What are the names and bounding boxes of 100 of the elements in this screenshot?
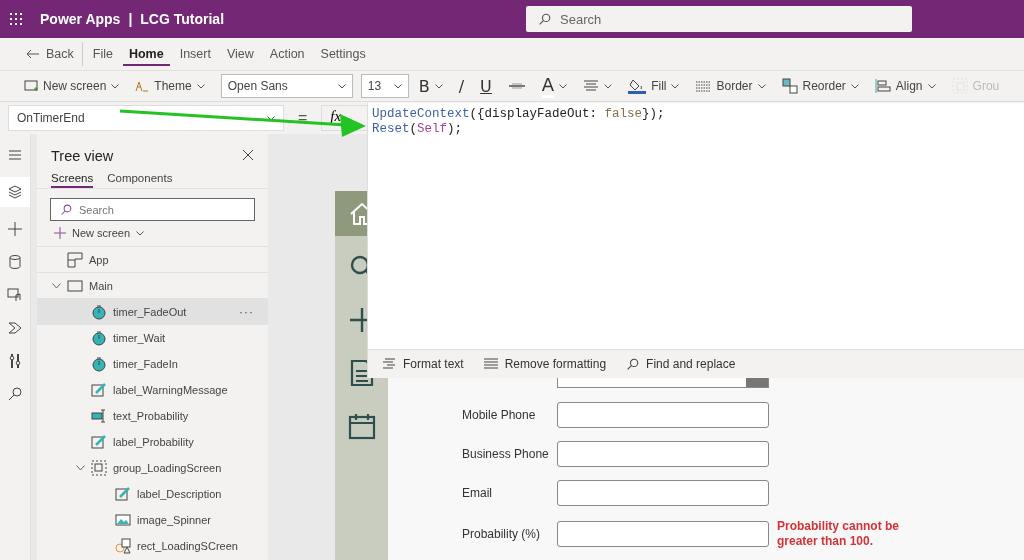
menu-tab[interactable]: File	[86, 42, 119, 66]
label-icon	[91, 433, 107, 450]
more-button[interactable]: ···	[239, 304, 254, 319]
equals-sign: =	[298, 109, 308, 127]
menu-icon	[7, 147, 23, 163]
tree-item[interactable]: App	[37, 247, 268, 273]
fill-button[interactable]: Fill	[622, 75, 686, 97]
caret-icon	[196, 83, 205, 89]
tree-item[interactable]: label_Probability	[37, 429, 268, 455]
code-line: UpdateContext({displayFadeOut: false});	[372, 107, 666, 122]
tree-item[interactable]: label_Description	[37, 481, 268, 507]
formula-editor-popup[interactable]: UpdateContext({displayFadeOut: false}); Reset(Self); Format text Remove formatting Find and replace	[367, 103, 1024, 378]
border-icon	[695, 80, 712, 92]
align-icon	[874, 78, 891, 94]
search-icon	[7, 386, 23, 402]
menu-tab[interactable]: View	[220, 42, 260, 66]
caret-icon	[111, 83, 120, 89]
search-field[interactable]: Search	[50, 198, 255, 221]
format-icon	[382, 358, 396, 370]
bold-button[interactable]: B	[412, 73, 449, 99]
back-arrow-icon	[26, 49, 40, 59]
field-label: Business Phone	[462, 447, 550, 461]
label-icon	[91, 381, 107, 398]
text-align-icon	[583, 80, 600, 92]
tree-item[interactable]: image_Spinner	[37, 507, 268, 533]
app-icon	[67, 251, 83, 268]
error-message: Probability cannot be greater than 100.	[777, 519, 900, 549]
tree-item[interactable]: label_WarningMessage	[37, 377, 268, 403]
menu-tab[interactable]: Insert	[173, 42, 217, 66]
menu-tab[interactable]: Settings	[314, 42, 372, 66]
input-field[interactable]	[557, 521, 769, 547]
tree-item[interactable]: rect_LoadingSCreen	[37, 533, 268, 559]
caret-icon	[337, 83, 346, 89]
reorder-icon	[781, 78, 798, 94]
menu-tab[interactable]: Home	[122, 42, 170, 66]
remove-button[interactable]: Remove formatting	[483, 357, 607, 371]
underline-button[interactable]: U	[474, 73, 498, 99]
tree-item[interactable]: text_Probability	[37, 403, 268, 429]
text-input-icon	[91, 407, 107, 424]
search-icon	[626, 357, 640, 371]
timer-icon	[91, 355, 107, 372]
caret-icon	[393, 83, 402, 89]
panel-tab[interactable]: Screens	[51, 170, 94, 188]
align-button[interactable]: Align	[868, 75, 942, 97]
panel-title: Tree view	[51, 148, 114, 164]
tree-item[interactable]: group_LoadingScreen	[37, 455, 268, 481]
caret-icon	[927, 83, 936, 89]
new-screen-icon	[24, 80, 38, 92]
image-icon	[115, 511, 131, 528]
panel-tab[interactable]: Components	[107, 170, 173, 188]
caret-icon	[757, 83, 766, 89]
field-label: Mobile Phone	[462, 408, 537, 422]
menu-tab[interactable]: Action	[263, 42, 311, 66]
find-button[interactable]: Find and replace	[626, 357, 736, 371]
new-screen-button[interactable]: New screen	[37, 221, 268, 247]
format-button[interactable]: Format text	[382, 357, 464, 371]
fill-icon	[628, 78, 647, 94]
property-dropdown[interactable]: OnTimerEnd	[8, 105, 284, 131]
italic-button[interactable]: /	[452, 73, 471, 99]
tree-item[interactable]: timer_FadeOut ···	[37, 299, 268, 325]
caret-icon	[559, 83, 568, 89]
reorder-button[interactable]: Reorder	[775, 75, 865, 97]
chevron-icon[interactable]	[75, 464, 85, 471]
sliders-icon	[7, 353, 23, 369]
font-dropdown[interactable]: Open Sans	[220, 74, 353, 98]
input-field[interactable]	[557, 480, 769, 506]
timer-icon	[91, 329, 107, 346]
chevron-icon[interactable]	[51, 282, 61, 289]
plus-icon	[54, 227, 66, 239]
caret-icon	[604, 83, 613, 89]
chevron-shapes-icon	[7, 320, 23, 336]
caret-icon	[267, 115, 275, 121]
input-field[interactable]	[557, 441, 769, 467]
shapes-icon	[115, 537, 131, 554]
tree-item[interactable]: timer_Wait	[37, 325, 268, 351]
screen-icon	[67, 277, 83, 294]
field-label: Probability (%)	[462, 527, 542, 541]
font-color-button[interactable]: A	[535, 71, 574, 101]
layers-icon	[7, 184, 23, 200]
search-icon	[538, 13, 551, 26]
lines-icon	[483, 358, 498, 370]
app-launcher-icon[interactable]	[10, 13, 22, 25]
plus-icon	[7, 221, 23, 237]
input-field[interactable]	[557, 402, 769, 428]
border-button[interactable]: Border	[689, 76, 772, 96]
label-icon	[115, 485, 131, 502]
code-line: Reset(Self);	[372, 122, 464, 137]
search-field[interactable]: Search	[526, 6, 912, 32]
theme-icon	[135, 80, 150, 92]
tree-item[interactable]: timer_FadeIn	[37, 351, 268, 377]
calendar-icon[interactable]	[347, 411, 376, 440]
rail-button[interactable]	[0, 177, 30, 207]
caret-icon	[434, 83, 443, 89]
back-button[interactable]: Back	[20, 42, 83, 66]
new-screen-button[interactable]: New screen	[18, 76, 126, 96]
caret-icon	[850, 83, 859, 89]
theme-button[interactable]: Theme	[129, 76, 211, 96]
font-size-dropdown[interactable]: 13	[360, 74, 409, 98]
title-separator: |	[128, 11, 133, 27]
media-icon	[7, 287, 23, 303]
